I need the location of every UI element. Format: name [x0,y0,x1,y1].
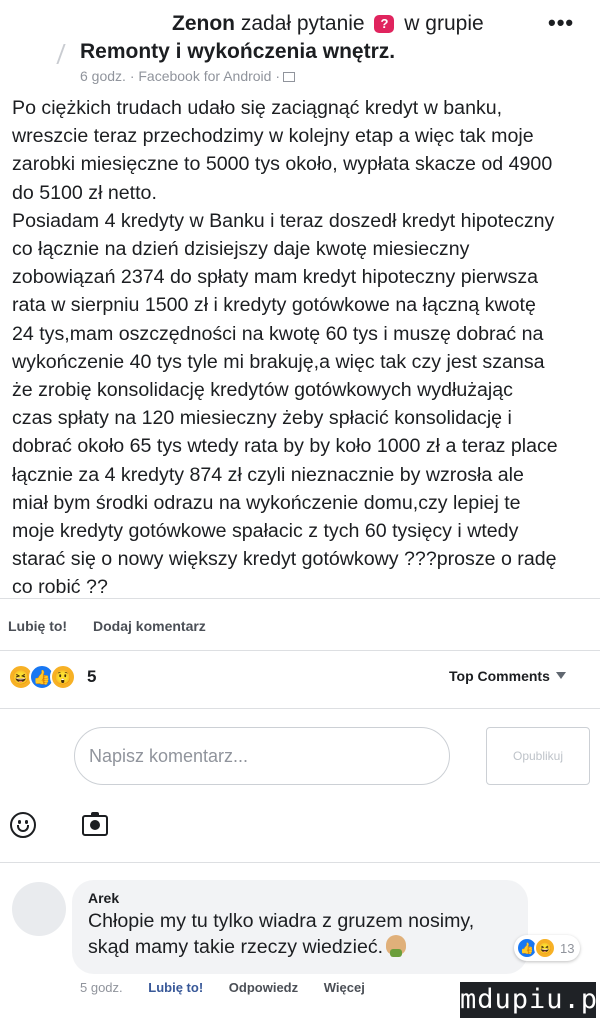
post-action-text: zadał pytanie [240,12,365,35]
divider [0,862,600,863]
post-line: do 5100 zł netto. [12,181,157,204]
post-header-line: Zenon zadał pytanie ? w grupie [172,12,484,36]
top-comments-label: Top Comments [449,668,550,684]
avatar[interactable] [12,882,66,936]
wow-icon: 😲 [50,664,76,690]
camera-icon[interactable] [82,812,108,836]
in-group-text: w grupie [404,12,484,35]
post-header: Zenon zadał pytanie ? w grupie ••• Remon… [0,0,600,90]
person-shrug-icon [386,935,407,957]
post-line: zarobki miesięczne to 5000 tys około, wy… [12,153,553,176]
watermark: mdupiu.pl [460,982,600,1018]
post-body: Po ciężkich trudach udało się zaciągnąć … [12,94,592,602]
comment-author[interactable]: Arek [88,888,512,908]
post-line: starać się o nowy większy kredyt gotówko… [12,548,557,571]
comment-more-button[interactable]: Więcej [324,980,365,995]
comment-input[interactable] [74,727,450,785]
comment-reactions[interactable]: 👍 😆 13 [514,935,581,961]
comment-time: 5 godz. [80,980,123,995]
group-arrow-icon [56,44,66,64]
photo-icon [283,72,295,82]
post-line: Posiadam 4 kredyty w Banku i teraz dosze… [12,209,555,232]
divider [0,598,600,599]
post-meta: 6 godz. · Facebook for Android · [80,68,295,84]
post-line: miał bym środki odrazu na wykończenie do… [12,491,521,514]
post-line: 24 tys,mam oszczędności na kwotę 60 tys … [12,322,544,345]
post-line: łącznie za 4 kredyty 874 zł czyli niezna… [12,463,524,486]
post-line: dobrać około 65 tys wtedy rata by by koł… [12,435,558,458]
post-line: wykończenie 40 tys tyle mi brakuję,a wię… [12,350,545,373]
post-line: co łącznie na dzień dzisiejszy daje kwot… [12,238,470,261]
post-line: czas spłaty na 120 miesieczny żeby spłac… [12,407,512,430]
publish-button[interactable]: Opublikuj [486,727,590,785]
post-line: moje kredyty gotówkowe spałacic z tych 6… [12,520,519,543]
comment-bubble: Arek Chłopie my tu tylko wiadra z gruzem… [72,880,528,974]
top-comments-dropdown[interactable]: Top Comments [449,668,566,684]
like-button[interactable]: Lubię to! [8,618,67,634]
post-line: rata w sierpniu 1500 zł i kredyty gotówk… [12,294,536,317]
divider [0,650,600,651]
post-line: wreszcie teraz przechodzimy w kolejny et… [12,125,534,148]
question-badge-icon: ? [374,15,395,33]
post-author[interactable]: Zenon [172,12,235,35]
post-line: zobowiązań 2374 do spłaty mam kredyt hip… [12,266,539,289]
post-line: że zrobię konsolidację kredytów gotówkow… [12,379,513,402]
post-actions: Lubię to! Dodaj komentarz [8,618,228,634]
divider [0,708,600,709]
comment-like-button[interactable]: Lubię to! [148,980,203,995]
emoji-icon[interactable] [10,812,36,838]
comment-meta: 5 godz. Lubię to! Odpowiedz Więcej [80,980,387,995]
emoji-mouth [17,825,29,832]
caret-down-icon [555,672,566,679]
post-line: Po ciężkich trudach udało się zaciągnąć … [12,97,503,119]
comment-text-line: Chłopie my tu tylko wiadra z gruzem nosi… [88,910,475,932]
add-comment-button[interactable]: Dodaj komentarz [93,618,206,634]
post-meta-text: 6 godz. · Facebook for Android · [80,68,280,84]
reaction-count: 5 [87,667,97,686]
comment-reply-button[interactable]: Odpowiedz [229,980,298,995]
more-dots-icon[interactable]: ••• [548,10,574,36]
comment-text: skąd mamy takie rzeczy wiedzieć. [88,936,384,958]
comment-text-line: skąd mamy takie rzeczy wiedzieć. [88,934,512,960]
haha-icon: 😆 [534,937,556,959]
group-name[interactable]: Remonty i wykończenia wnętrz. [80,40,395,64]
comment-reaction-count: 13 [560,940,575,956]
reaction-summary[interactable]: 😆 👍 😲 5 [8,663,96,691]
